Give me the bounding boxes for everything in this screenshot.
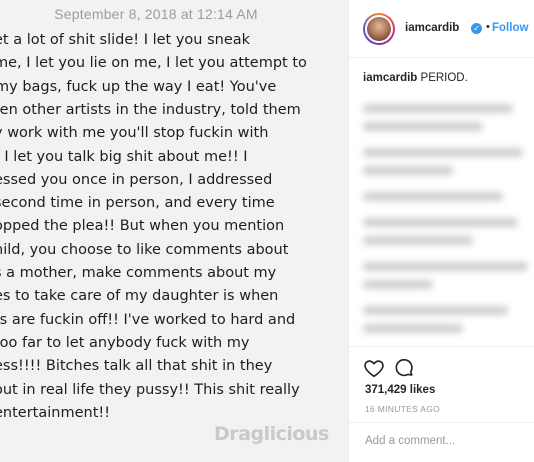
follow-button[interactable]: Follow [492,22,528,34]
separator-dot: • [486,21,490,33]
note-line: s a mother, make comments about my [0,265,277,281]
caption-username[interactable]: iamcardib [363,72,417,84]
comment-icon[interactable] [393,357,415,379]
comment-box [349,422,534,462]
blurred-comment [363,148,523,157]
username-link[interactable]: iamcardib [405,22,459,34]
heart-icon[interactable] [363,357,385,379]
caption-text: PERIOD. [417,72,468,84]
blurred-comment [363,236,473,245]
note-line: second time in person, and every time [0,195,275,212]
blurred-comment [363,218,518,227]
note-line: my bags, fuck up the way I eat! You've [0,78,277,95]
blurred-comment [363,104,513,113]
note-line: entertainment!! [0,404,111,421]
note-line: ts are fuckin off!! I've worked to hard … [0,311,296,328]
blurred-comment [363,280,433,289]
verified-badge-icon: ✓ [471,23,482,34]
note-line: es to take care of my daughter is when [0,288,279,305]
avatar[interactable] [363,13,395,45]
note-line: ! I let you talk big shit about me!! I [0,148,248,165]
note-line: me, I let you lie on me, I let you attem… [0,55,307,72]
note-line: out in real life they pussy!! This shit … [0,381,300,398]
note-line: ten other artists in the industry, told … [0,101,301,118]
post-actions [349,346,534,379]
instagram-post-panel: iamcardib ✓ • Follow iamcardib PERIOD. 3… [348,0,534,462]
note-line: too far to let anybody fuck with my [0,334,250,351]
post-header: iamcardib ✓ • Follow [349,0,534,58]
avatar-image [365,15,393,43]
blurred-comments [363,100,531,340]
notes-screenshot: September 8, 2018 at 12:14 AM et a lot o… [0,0,348,462]
note-line: essed you once in person, I addressed [0,171,273,188]
like-count[interactable]: 371,429 likes [365,384,435,396]
blurred-comment [363,262,528,271]
comment-input[interactable] [365,435,529,447]
note-line: opped the plea!! But when you mention [0,218,285,235]
watermark-logo: Draglicious [214,423,329,445]
note-line: et a lot of shit slide! I let you sneak [0,32,251,48]
blurred-comment [363,166,453,175]
note-line: hild, you choose to like comments about [0,241,289,258]
note-date: September 8, 2018 at 12:14 AM [54,6,258,22]
post-caption: iamcardib PERIOD. [363,72,468,84]
note-line: y work with me you'll stop fuckin with [0,125,269,142]
blurred-comment [363,122,483,131]
blurred-comment [363,192,503,201]
post-timestamp[interactable]: 16 MINUTES AGO [365,404,440,414]
blurred-comment [363,306,508,315]
note-line: ess!!!! Bitches talk all that shit in th… [0,358,273,375]
blurred-comment [363,324,463,333]
